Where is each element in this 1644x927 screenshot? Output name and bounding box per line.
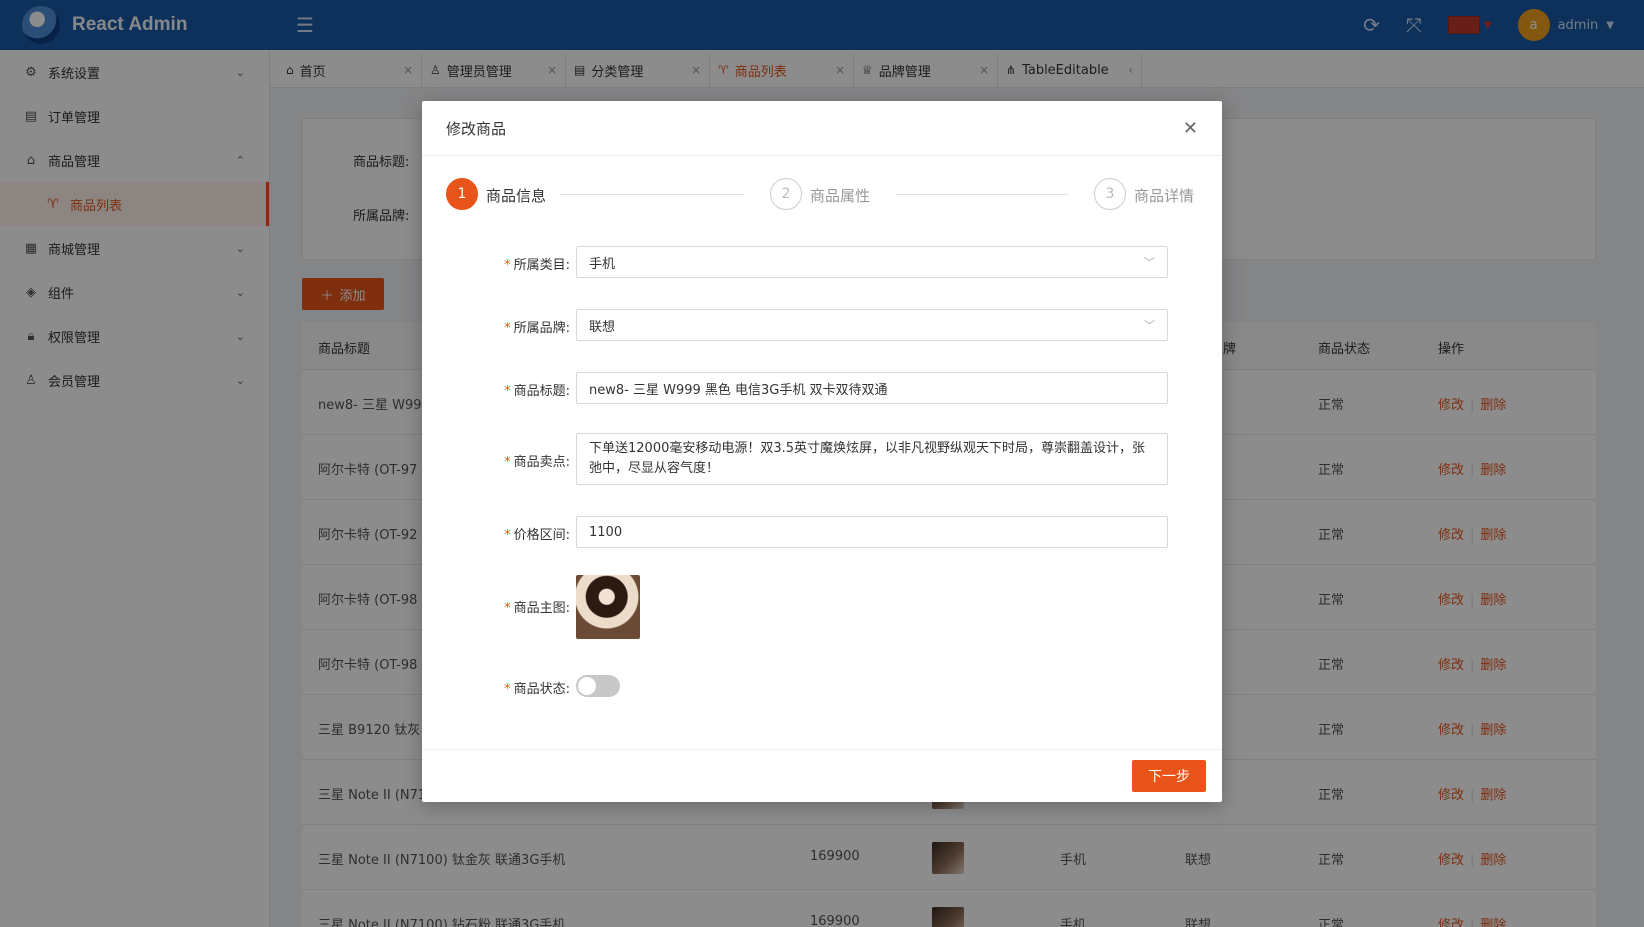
image-label: * 商品主图: bbox=[504, 601, 570, 616]
step-3-number[interactable]: 3 bbox=[1094, 178, 1126, 210]
steps: 1 商品信息 2 商品属性 3 商品详情 bbox=[446, 176, 1198, 210]
status-label: * 商品状态: bbox=[504, 682, 570, 697]
step-2-title[interactable]: 商品属性 bbox=[810, 185, 870, 206]
brand-label: * 所属品牌: bbox=[504, 321, 570, 336]
category-value: 手机 bbox=[589, 256, 616, 272]
edit-product-modal: 修改商品 ✕ 1 商品信息 2 商品属性 3 商品详情 * 所属类目: 手机 ﹀ … bbox=[422, 101, 1222, 802]
product-main-image[interactable] bbox=[576, 575, 640, 639]
next-step-button[interactable]: 下一步 bbox=[1132, 760, 1206, 792]
price-label: * 价格区间: bbox=[504, 528, 570, 543]
modal-footer: 下一步 bbox=[422, 749, 1222, 802]
selling-point-textarea[interactable]: 下单送12000毫安移动电源！双3.5英寸魔焕炫屏，以非凡视野纵观天下时局，尊崇… bbox=[576, 433, 1168, 485]
step-2-number[interactable]: 2 bbox=[770, 178, 802, 210]
brand-value: 联想 bbox=[589, 319, 616, 335]
step-connector bbox=[896, 194, 1068, 195]
chevron-down-icon: ﹀ bbox=[1144, 256, 1155, 269]
price-input[interactable]: 1100 bbox=[576, 516, 1168, 548]
modal-title: 修改商品 bbox=[446, 119, 507, 138]
category-label: * 所属类目: bbox=[504, 258, 570, 273]
brand-select[interactable]: 联想 ﹀ bbox=[576, 309, 1168, 341]
selling-point-label: * 商品卖点: bbox=[504, 455, 570, 470]
step-connector bbox=[560, 194, 744, 195]
step-1-title[interactable]: 商品信息 bbox=[486, 185, 546, 206]
close-icon[interactable]: ✕ bbox=[1183, 118, 1198, 139]
toggle-knob bbox=[578, 677, 596, 695]
step-1-number[interactable]: 1 bbox=[446, 178, 478, 210]
chevron-down-icon: ﹀ bbox=[1144, 319, 1155, 332]
modal-header: 修改商品 ✕ bbox=[422, 101, 1222, 156]
status-toggle[interactable] bbox=[576, 675, 620, 697]
title-input[interactable]: new8- 三星 W999 黑色 电信3G手机 双卡双待双通 bbox=[576, 372, 1168, 404]
title-label: * 商品标题: bbox=[504, 384, 570, 399]
step-3-title[interactable]: 商品详情 bbox=[1134, 185, 1194, 206]
category-select[interactable]: 手机 ﹀ bbox=[576, 246, 1168, 278]
